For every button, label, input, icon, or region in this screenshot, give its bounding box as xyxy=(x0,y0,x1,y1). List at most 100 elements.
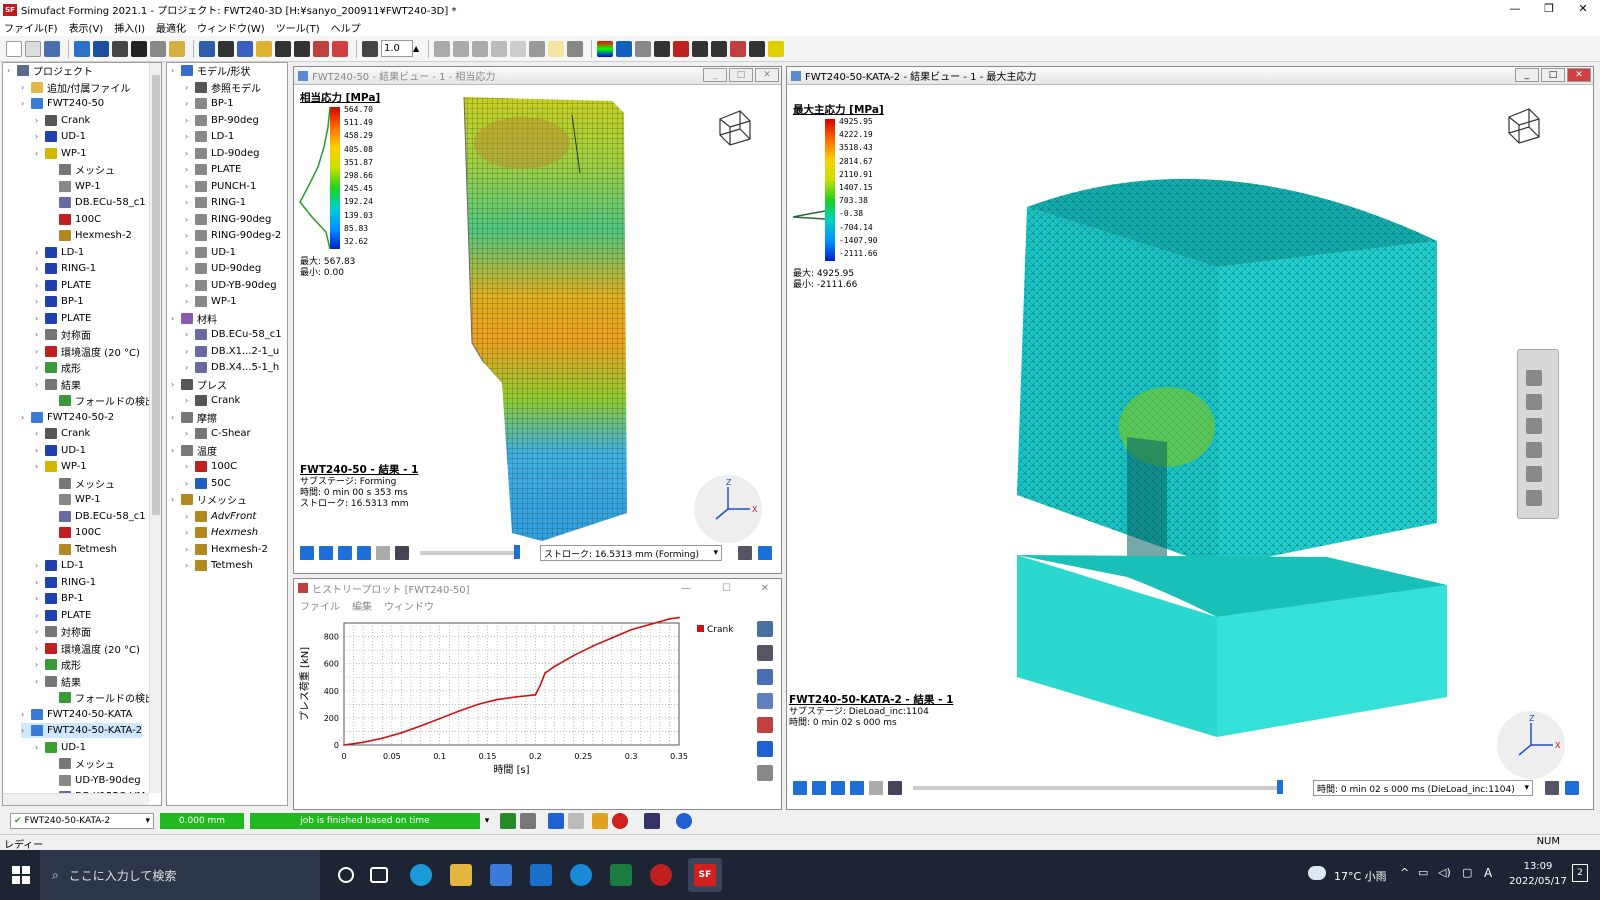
tree-item[interactable]: › UD-1 xyxy=(35,443,86,458)
filter-icon[interactable] xyxy=(93,40,109,57)
cube-iso-icon[interactable] xyxy=(510,40,526,57)
tree-item[interactable]: › Hexmesh-2 xyxy=(185,542,268,557)
restore-button[interactable]: ❐ xyxy=(1532,0,1566,19)
view1-maximize-button[interactable]: □ xyxy=(729,68,753,82)
axes-icon[interactable] xyxy=(711,40,727,57)
last-frame-icon[interactable] xyxy=(869,781,883,795)
tree-item[interactable]: › WP-1 xyxy=(35,459,87,474)
sync-icon[interactable] xyxy=(548,813,564,829)
record-icon[interactable] xyxy=(395,546,409,560)
tree-item[interactable]: › UD-1 xyxy=(35,740,86,755)
tree-item[interactable]: メッシュ xyxy=(49,476,115,491)
expander-icon[interactable]: › xyxy=(185,363,195,372)
print-icon[interactable] xyxy=(218,40,234,57)
expander-icon[interactable]: › xyxy=(185,182,195,191)
expander-icon[interactable]: › xyxy=(21,413,31,422)
tree-item[interactable]: › 結果 xyxy=(35,674,81,689)
tree-item[interactable]: 100C xyxy=(49,525,101,540)
expander-icon[interactable]: › xyxy=(35,743,45,752)
run-icon[interactable] xyxy=(275,40,291,57)
view-cube-icon[interactable] xyxy=(714,107,754,147)
tree-item[interactable]: › LD-1 xyxy=(35,558,84,573)
table-icon[interactable] xyxy=(150,40,166,57)
camera-icon[interactable] xyxy=(567,40,583,57)
zoom-fit-icon[interactable] xyxy=(757,621,773,637)
previous-frame-icon[interactable] xyxy=(831,781,845,795)
expander-icon[interactable]: › xyxy=(35,446,45,455)
tree-item[interactable]: 100C xyxy=(49,212,101,227)
expander-icon[interactable]: › xyxy=(35,677,45,686)
expander-icon[interactable]: › xyxy=(35,660,45,669)
tree-item[interactable]: Tetmesh xyxy=(49,542,117,557)
expander-icon[interactable]: › xyxy=(35,363,45,372)
speed-icon[interactable] xyxy=(362,40,378,57)
tree-item[interactable]: メッシュ xyxy=(49,162,115,177)
expander-icon[interactable]: › xyxy=(35,561,45,570)
tree-item[interactable]: › 成形 xyxy=(35,360,81,375)
tree-item[interactable]: DB.ECu-58_c1 xyxy=(49,509,146,524)
expander-icon[interactable]: › xyxy=(185,462,195,471)
weather-icon[interactable] xyxy=(1308,866,1326,880)
view1-step-combo[interactable]: ストローク: 16.5313 mm (Forming) ▾ xyxy=(540,545,722,561)
cube-front-icon[interactable] xyxy=(453,40,469,57)
tree-item[interactable]: › 結果 xyxy=(35,377,81,392)
tree-item[interactable]: › PLATE xyxy=(35,311,91,326)
view-cube-icon[interactable] xyxy=(1503,105,1543,145)
tree-item[interactable]: › 100C xyxy=(185,459,237,474)
tray-arrow-icon[interactable]: ^ xyxy=(1400,866,1409,879)
expander-icon[interactable]: › xyxy=(171,495,181,504)
expander-icon[interactable]: › xyxy=(185,116,195,125)
expander-icon[interactable]: › xyxy=(171,380,181,389)
job-status-dropdown[interactable]: ▾ xyxy=(480,813,494,829)
wand-icon[interactable] xyxy=(592,813,608,829)
log-icon[interactable] xyxy=(568,813,584,829)
expander-icon[interactable]: › xyxy=(185,528,195,537)
fit-icon[interactable] xyxy=(1545,781,1559,795)
light-icon[interactable] xyxy=(548,40,564,57)
tree-item[interactable]: › WP-1 xyxy=(185,294,237,309)
tree-item[interactable]: › 温度 xyxy=(171,443,217,458)
folder-icon[interactable] xyxy=(169,40,185,57)
stop-icon[interactable] xyxy=(520,813,536,829)
expander-icon[interactable]: › xyxy=(185,429,195,438)
select-icon[interactable] xyxy=(757,717,773,733)
tree-item[interactable]: › RING-90deg-2 xyxy=(185,228,281,243)
tree-item[interactable]: › プロジェクト xyxy=(7,63,93,78)
clock[interactable]: 13:09 2022/05/17 xyxy=(1508,859,1568,889)
expander-icon[interactable]: › xyxy=(35,314,45,323)
tree-item[interactable]: › C-Shear xyxy=(185,426,251,441)
nodes-icon[interactable] xyxy=(635,40,651,57)
menu-insert[interactable]: 挿入(I) xyxy=(114,20,145,35)
expander-icon[interactable]: › xyxy=(185,297,195,306)
vector-icon[interactable] xyxy=(654,40,670,57)
view1-minimize-button[interactable]: _ xyxy=(703,68,727,82)
previous-frame-icon[interactable] xyxy=(338,546,352,560)
tree-item[interactable]: › PLATE xyxy=(35,278,91,293)
expander-icon[interactable]: › xyxy=(35,578,45,587)
app-icon[interactable] xyxy=(650,864,672,886)
settings-icon[interactable] xyxy=(1565,781,1579,795)
display-icon[interactable]: ▢ xyxy=(1462,866,1472,879)
expander-icon[interactable]: › xyxy=(185,132,195,141)
next-frame-icon[interactable] xyxy=(850,781,864,795)
contact-icon[interactable] xyxy=(673,40,689,57)
history-close-button[interactable]: ✕ xyxy=(761,583,769,594)
view2-close-button[interactable]: ✕ xyxy=(1567,68,1591,82)
tree-item[interactable]: › Tetmesh xyxy=(185,558,253,573)
expander-icon[interactable]: › xyxy=(185,264,195,273)
tree-item[interactable]: › UD-1 xyxy=(185,245,236,260)
tree-item[interactable]: › WP-1 xyxy=(35,146,87,161)
expander-icon[interactable]: › xyxy=(35,611,45,620)
expander-icon[interactable]: › xyxy=(21,99,31,108)
result-view-1[interactable]: FWT240-50 - 結果ビュー - 1 - 相当応力 _ □ ✕ 相当応力 [M… xyxy=(293,66,782,574)
tree-item[interactable]: › 対称面 xyxy=(35,327,91,342)
ime-indicator[interactable]: A xyxy=(1484,866,1492,880)
file-explorer-icon[interactable] xyxy=(450,864,472,886)
print-plot-icon[interactable] xyxy=(757,765,773,781)
result-view-icon[interactable] xyxy=(199,40,215,57)
process-select[interactable]: ✔ FWT240-50-KATA-2 ▾ xyxy=(10,813,154,829)
expander-icon[interactable]: › xyxy=(171,413,181,422)
tree-item[interactable]: UD-YB-90deg xyxy=(49,773,141,788)
expander-icon[interactable]: › xyxy=(35,132,45,141)
expander-icon[interactable]: › xyxy=(7,66,17,75)
